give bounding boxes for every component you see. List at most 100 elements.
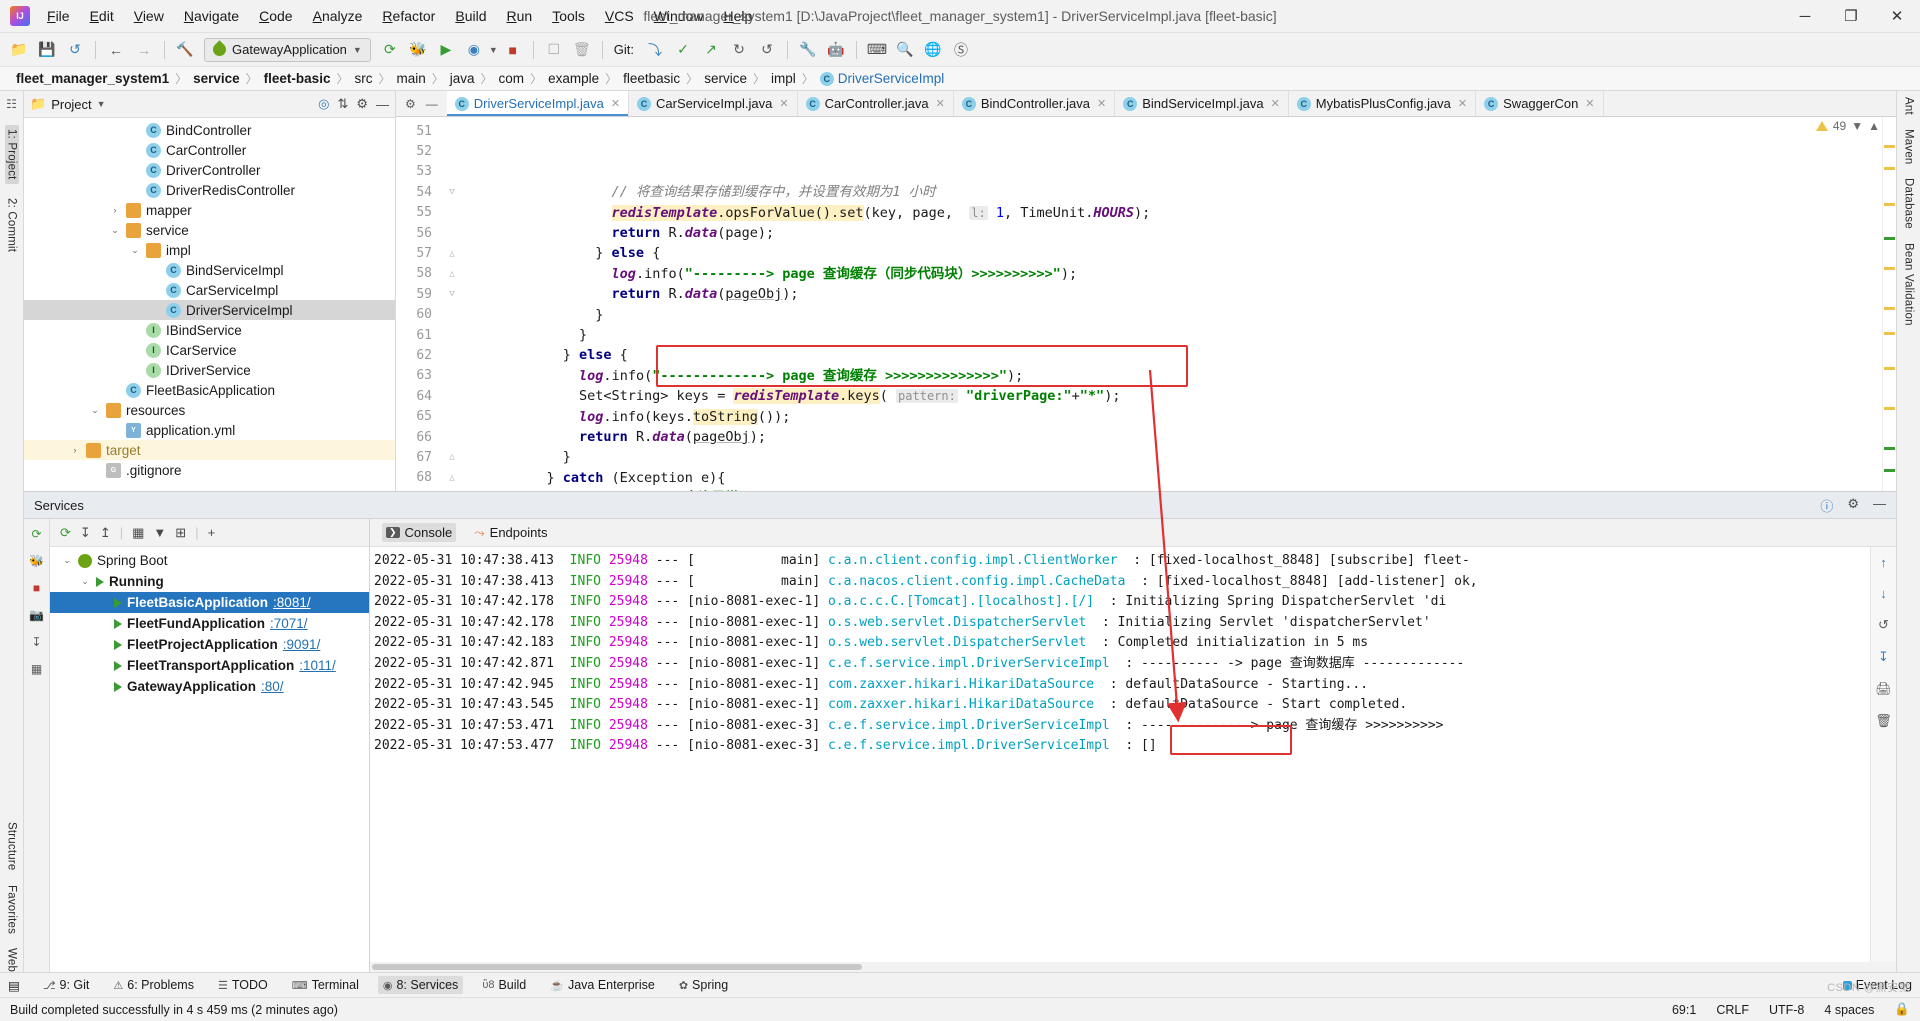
sync-icon[interactable]: ↺ (62, 37, 88, 63)
editor-tab-swaggercon[interactable]: CSwaggerCon✕ (1476, 91, 1603, 116)
chevron-down-icon[interactable]: ▼ (1851, 119, 1863, 133)
close-button[interactable]: ✕ (1874, 0, 1920, 32)
code-line[interactable]: Set<String> keys = redisTemplate.keys( p… (514, 386, 1882, 406)
service-port-link[interactable]: :8081/ (273, 595, 311, 610)
project-tree-item[interactable]: CBindController (24, 120, 395, 140)
tree-expander-icon[interactable]: ⌄ (129, 245, 141, 256)
export-icon[interactable]: ↧ (31, 635, 41, 649)
breadcrumb-item-example[interactable]: example (542, 71, 605, 86)
menu-item-navigate[interactable]: Navigate (175, 5, 248, 27)
code-line[interactable]: } catch (Exception e){ (514, 468, 1882, 488)
clear-all-icon[interactable]: 🗑 (1875, 713, 1892, 729)
scroll-to-end-icon[interactable]: ↧ (1878, 649, 1889, 665)
editor-tab-bindcontroller[interactable]: CBindController.java✕ (954, 91, 1115, 116)
editor-marker-bar[interactable] (1882, 117, 1896, 491)
gutter-line[interactable]: 68△ (396, 468, 514, 488)
gutter-line[interactable]: 64 (396, 386, 514, 406)
gutter-line[interactable]: 51 (396, 121, 514, 141)
close-icon[interactable]: ✕ (779, 97, 788, 110)
code-line[interactable]: log.info(keys.toString()); (514, 407, 1882, 427)
git-rollback-icon[interactable]: ↺ (754, 37, 780, 63)
menu-item-build[interactable]: Build (446, 5, 495, 27)
gutter-line[interactable]: 65 (396, 406, 514, 426)
collapse-all-icon[interactable]: ↥ (100, 525, 111, 541)
code-fold-icon[interactable]: ▽ (440, 187, 464, 197)
camera-icon[interactable]: 📷 (29, 608, 44, 622)
menu-item-tools[interactable]: Tools (543, 5, 594, 27)
breadcrumb-item-fleetbasic[interactable]: fleetbasic (617, 71, 686, 86)
search-icon[interactable]: 🔍 (892, 37, 918, 63)
code-line[interactable]: log.info("-------------> page 查询缓存 >>>>>… (514, 366, 1882, 386)
rail-item-maven[interactable]: Maven (1903, 129, 1915, 165)
code-line[interactable]: // 将查询结果存储到缓存中，并设置有效期为1 小时 (514, 182, 1882, 202)
project-tree-item[interactable]: CCarServiceImpl (24, 280, 395, 300)
menu-item-file[interactable]: File (38, 5, 79, 27)
gutter-line[interactable]: 57△ (396, 243, 514, 263)
close-icon[interactable]: ✕ (611, 97, 620, 110)
services-tree-item[interactable]: ⌄Running (50, 571, 369, 592)
rail-item-ant[interactable]: Ant (1903, 97, 1915, 115)
add-tab-icon[interactable]: ⊞ (175, 525, 186, 541)
chevron-down-icon[interactable]: ▼ (97, 99, 106, 109)
chevron-up-icon[interactable]: ▲ (1868, 119, 1880, 133)
marker-stripe[interactable] (1884, 167, 1895, 170)
service-port-link[interactable]: :9091/ (283, 637, 321, 652)
indent-setting[interactable]: 4 spaces (1824, 1003, 1874, 1017)
close-icon[interactable]: ✕ (1271, 97, 1280, 110)
code-line[interactable]: } else { (514, 345, 1882, 365)
code-line[interactable]: } else { (514, 243, 1882, 263)
gutter-line[interactable]: 62 (396, 345, 514, 365)
install-icon[interactable]: ☐ (541, 37, 567, 63)
project-tree-item[interactable]: ⌄resources (24, 400, 395, 420)
project-tree-item[interactable]: ›mapper (24, 200, 395, 220)
console-horizontal-scrollbar[interactable] (370, 962, 1896, 972)
run-configuration-selector[interactable]: GatewayApplication ▼ (204, 38, 371, 62)
rerun-icon[interactable]: ⟳ (377, 37, 403, 63)
gutter-line[interactable]: 59▽ (396, 284, 514, 304)
settings-gear-icon[interactable]: ⚙ (1847, 496, 1859, 515)
menu-item-vcs[interactable]: VCS (596, 5, 643, 27)
editor-tab-carcontroller[interactable]: CCarController.java✕ (798, 91, 954, 116)
code-line[interactable]: return R.fail("查询异常！"); (514, 488, 1882, 491)
rail-item-commit[interactable]: 2: Commit (6, 198, 18, 252)
editor-code[interactable]: // 将查询结果存储到缓存中，并设置有效期为1 小时 redisTemplate… (514, 117, 1882, 491)
breadcrumb-item-service[interactable]: service (187, 71, 246, 86)
breadcrumb-item-java[interactable]: java (444, 71, 481, 86)
code-fold-icon[interactable]: △ (440, 452, 464, 462)
tree-expander-icon[interactable]: › (69, 445, 81, 455)
code-line[interactable]: return R.data(pageObj); (514, 427, 1882, 447)
menu-item-view[interactable]: View (125, 5, 173, 27)
pin-icon[interactable]: ⚙ (405, 97, 416, 111)
hide-panel-icon[interactable]: — (376, 97, 389, 112)
marker-stripe[interactable] (1884, 367, 1895, 370)
git-history-icon[interactable]: ↻ (726, 37, 752, 63)
services-tree-item[interactable]: GatewayApplication:80/ (50, 676, 369, 697)
gutter-line[interactable]: 55 (396, 203, 514, 223)
back-icon[interactable]: ← (103, 37, 129, 63)
debug-icon[interactable]: 🐝 (405, 37, 431, 63)
print-icon[interactable]: 🖨 (1875, 681, 1892, 697)
service-port-link[interactable]: :7071/ (270, 616, 308, 631)
collapse-all-icon[interactable]: ⇅ (337, 96, 348, 112)
no-entry-icon[interactable]: Ⓢ (948, 37, 974, 63)
tree-expander-icon[interactable]: ⌄ (109, 225, 121, 236)
menu-item-window[interactable]: Window (645, 5, 713, 27)
layout-icon[interactable]: ▦ (31, 662, 42, 676)
scroll-up-icon[interactable]: ↑ (1880, 555, 1887, 570)
stop-icon[interactable]: ■ (500, 37, 526, 63)
toggle-tool-windows-icon[interactable]: ▤ (8, 978, 20, 993)
git-commit-icon[interactable]: ✓ (670, 37, 696, 63)
tree-expander-icon[interactable]: ⌄ (61, 555, 73, 566)
open-folder-icon[interactable]: 📁 (6, 37, 32, 63)
services-tree-item[interactable]: FleetTransportApplication:1011/ (50, 655, 369, 676)
gutter-line[interactable]: 52 (396, 141, 514, 161)
profiler-icon[interactable]: ◉ (461, 37, 487, 63)
ai-assistant-icon[interactable]: 🤖 (823, 37, 849, 63)
marker-stripe[interactable] (1884, 469, 1895, 472)
code-line[interactable]: return R.data(page); (514, 223, 1882, 243)
services-tree-item[interactable]: FleetFundApplication:7071/ (50, 613, 369, 634)
tree-expander-icon[interactable]: ⌄ (79, 576, 91, 587)
editor-gutter[interactable]: 51525354▽555657△58△59▽6061626364656667△6… (396, 117, 514, 491)
status-tab-terminal[interactable]: ⌨Terminal (287, 976, 364, 994)
expand-all-icon[interactable]: ↧ (80, 525, 91, 541)
